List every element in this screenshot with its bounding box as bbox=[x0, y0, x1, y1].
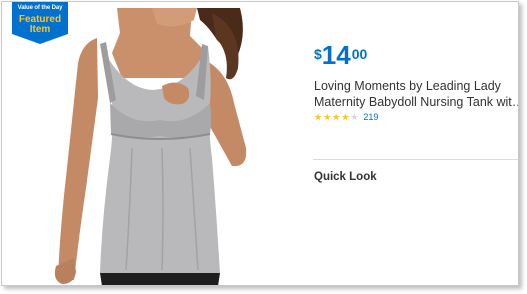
product-rating[interactable]: ★ ★ ★ ★ ★ 219 bbox=[314, 112, 378, 122]
star-icon: ★ bbox=[341, 112, 350, 122]
star-icon: ★ bbox=[314, 112, 323, 122]
product-card[interactable]: Value of the Day Featured Item $ 14 00 L… bbox=[1, 1, 519, 286]
star-icon: ★ bbox=[323, 112, 332, 122]
price-dollars: 14 bbox=[321, 40, 351, 70]
divider bbox=[313, 159, 518, 160]
star-empty-icon: ★ bbox=[350, 112, 359, 122]
product-title-line-2: Maternity Babydoll Nursing Tank with... bbox=[314, 95, 519, 109]
star-icon: ★ bbox=[332, 112, 341, 122]
product-title-link[interactable]: Loving Moments by Leading Lady Maternity… bbox=[314, 78, 519, 110]
price-currency: $ bbox=[314, 46, 322, 62]
review-count[interactable]: 219 bbox=[363, 112, 378, 122]
product-title-line-1: Loving Moments by Leading Lady bbox=[314, 79, 501, 93]
product-image[interactable] bbox=[12, 8, 274, 286]
price-cents: 00 bbox=[351, 46, 368, 62]
badge-title: Value of the Day bbox=[17, 5, 63, 11]
badge-item-text: Item bbox=[29, 24, 51, 35]
featured-item-badge: Value of the Day Featured Item bbox=[12, 2, 68, 44]
quick-look-button[interactable]: Quick Look bbox=[314, 171, 377, 183]
product-price: $ 14 00 bbox=[314, 42, 367, 68]
